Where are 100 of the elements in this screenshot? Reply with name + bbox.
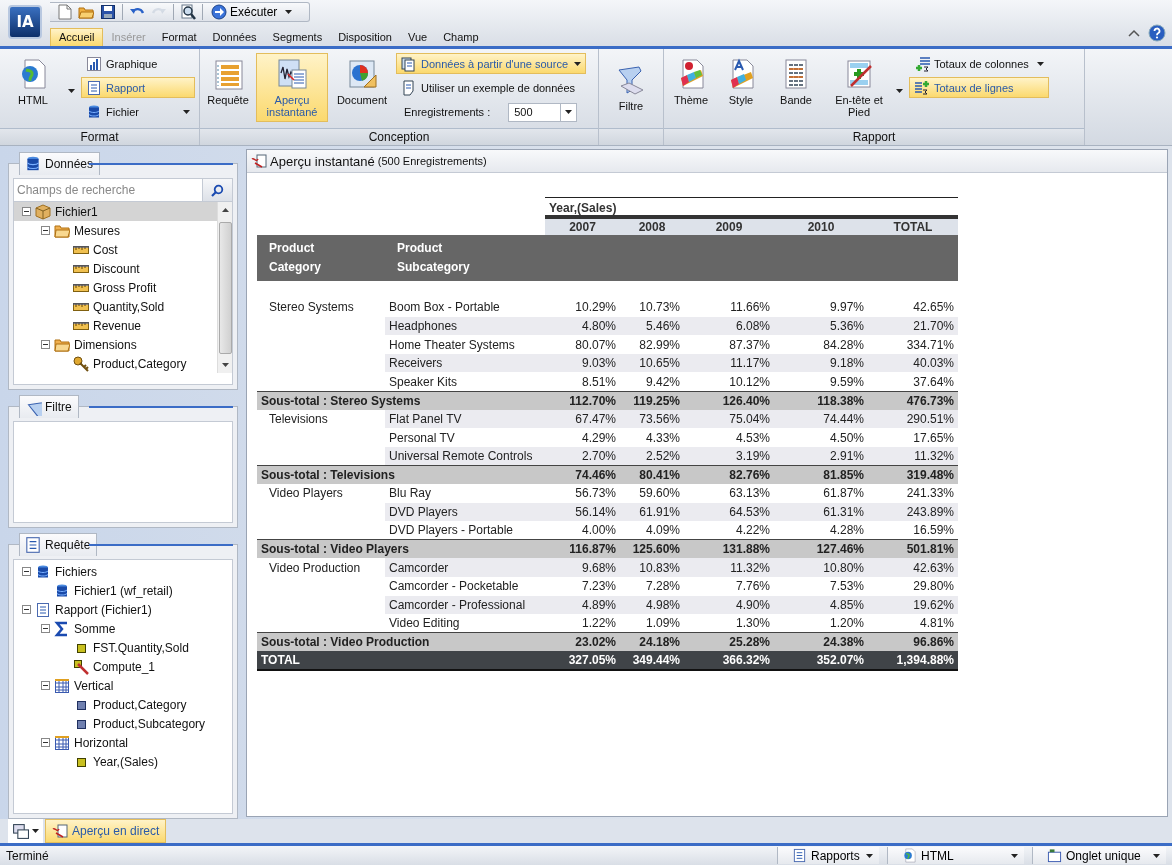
tree-toggle-icon[interactable] (41, 681, 50, 691)
tree-item[interactable]: Gross Profit (14, 278, 217, 297)
tree-toggle-icon[interactable] (22, 567, 31, 577)
column-totals-icon (914, 55, 930, 72)
menu-tab[interactable]: Disposition (330, 29, 400, 46)
ribbon-button[interactable]: Totaux de lignes (909, 77, 1049, 98)
tree-item[interactable]: FST.Quantity,Sold (14, 638, 232, 658)
ribbon-button[interactable]: Style (718, 53, 764, 117)
ribbon-button[interactable]: Document (332, 53, 392, 117)
tree-item[interactable]: Discount (14, 259, 217, 278)
dropdown-arrow-icon[interactable] (565, 110, 573, 114)
ribbon-button[interactable]: HTML (4, 53, 62, 117)
tree-item[interactable]: Cost (14, 240, 217, 259)
tree-toggle-icon[interactable] (41, 226, 50, 235)
ribbon-button[interactable]: Requête (204, 53, 252, 117)
app-logo[interactable]: IA (8, 5, 42, 39)
table-cell: 56.73% (545, 484, 620, 503)
help-icon[interactable] (1148, 24, 1166, 42)
table-cell: 74.46% (545, 465, 620, 485)
ribbon-button[interactable]: Graphique (81, 53, 195, 74)
tree-item[interactable]: Quantity,Sold (14, 297, 217, 316)
table-cell: 9.68% (545, 558, 620, 577)
tree-toggle-icon[interactable] (41, 340, 50, 349)
records-field[interactable]: 500 (508, 102, 578, 122)
tree-item[interactable]: Fichier1 (wf_retail) (14, 581, 232, 601)
dropdown-arrow-icon[interactable] (68, 88, 75, 93)
table-cell: 10.12% (684, 372, 774, 392)
tree-item[interactable]: Rapport (Fichier1) (14, 600, 232, 620)
table-cell: 349.44% (620, 651, 684, 670)
dropdown-arrow-icon[interactable] (866, 853, 873, 858)
dropdown-arrow-icon[interactable] (896, 88, 903, 93)
tree-toggle-icon[interactable] (41, 738, 50, 748)
dropdown-arrow-icon[interactable] (574, 61, 581, 66)
status-dropdown[interactable]: Onglet unique (1032, 847, 1166, 864)
new-page-icon[interactable] (56, 4, 72, 21)
table-cell: Video Players (257, 484, 385, 503)
tree-item[interactable]: Revenue (14, 316, 217, 335)
table-grid-icon (54, 677, 70, 694)
table-cell: 82.76% (684, 465, 774, 485)
menu-tab[interactable]: Segments (264, 29, 331, 46)
scroll-down-icon[interactable] (221, 363, 229, 367)
table-cell: 241.33% (868, 484, 958, 503)
tree-item[interactable]: Product,Subcategory (14, 714, 232, 734)
status-dropdown[interactable]: HTML (887, 847, 1024, 864)
ribbon-button[interactable]: Rapport (81, 77, 195, 98)
panel-tab[interactable]: Filtre (19, 394, 79, 418)
dropdown-arrow-icon[interactable] (183, 109, 190, 114)
menu-tab[interactable]: Format (153, 29, 205, 46)
ribbon-button[interactable]: Totaux de colonnes (909, 53, 1049, 74)
bottom-tab[interactable]: Aperçu en direct (45, 819, 167, 843)
magnifier-document-icon[interactable] (180, 4, 196, 21)
ribbon-button[interactable]: Thème (668, 53, 714, 117)
menu-tab[interactable]: Données (204, 29, 265, 46)
dropdown-arrow-icon[interactable] (1037, 61, 1044, 66)
ribbon-button[interactable]: Utiliser un exemple de données (396, 77, 586, 98)
tree-toggle-icon[interactable] (22, 207, 31, 216)
menu-tab[interactable]: Vue (399, 29, 436, 46)
dropdown-arrow-icon[interactable] (32, 829, 39, 833)
tree-item[interactable]: Horizontal (14, 733, 232, 753)
search-button[interactable] (202, 179, 232, 201)
menu-tab[interactable]: Accueil (50, 28, 104, 46)
menu-tab[interactable]: Champ (435, 29, 487, 46)
table-cell: 334.71% (868, 335, 958, 354)
ribbon-button[interactable]: Bande (768, 53, 824, 117)
tree-item[interactable]: Compute_1 (14, 657, 232, 677)
tree-item[interactable]: Somme (14, 619, 232, 639)
subtotal-label: Sous-total : Televisions (257, 465, 545, 485)
ribbon-button[interactable]: Aperçu instantané (256, 53, 328, 122)
tree-item[interactable]: Fichiers (14, 562, 232, 582)
tree-item[interactable]: Fichier1 (14, 202, 217, 221)
source-dropdown[interactable]: Données à partir d'une source (396, 53, 586, 74)
ribbon-button[interactable]: Fichier (81, 101, 195, 122)
status-dropdown[interactable]: Rapports (777, 847, 879, 864)
key-icon (73, 355, 89, 372)
cube-icon (35, 203, 51, 220)
tree-item[interactable]: Product,Category (14, 695, 232, 715)
tree-item[interactable]: Year,(Sales) (14, 752, 232, 772)
waveform-document-icon (276, 58, 308, 90)
tree-item[interactable]: Dimensions (14, 335, 217, 354)
view-switcher[interactable] (8, 819, 43, 843)
panel-tab[interactable]: Requête (19, 533, 98, 557)
tree-toggle-icon[interactable] (41, 624, 50, 634)
tree-item[interactable]: Product,Category (14, 354, 217, 373)
scroll-up-icon[interactable] (221, 208, 229, 212)
tree-item[interactable]: Mesures (14, 221, 217, 240)
subtotal-label: Sous-total : Video Players (257, 539, 545, 559)
filter-button[interactable]: Filtre (605, 59, 657, 123)
dropdown-arrow-icon[interactable] (1153, 853, 1160, 858)
database-icon (86, 103, 102, 120)
bar-chart-icon (86, 55, 102, 72)
tree-item[interactable]: Vertical (14, 676, 232, 696)
tree-toggle-icon[interactable] (22, 605, 31, 615)
dropdown-arrow-icon[interactable] (1011, 853, 1018, 858)
dropdown-arrow-icon[interactable] (285, 10, 293, 15)
folder-icon[interactable] (78, 4, 94, 21)
globe-page-icon (902, 848, 917, 863)
scrollbar[interactable] (217, 202, 232, 373)
collapse-chevron-icon[interactable] (1128, 29, 1140, 37)
ribbon-button[interactable]: En-tête et Pied (828, 53, 890, 122)
panel-tab[interactable]: Données (19, 152, 101, 175)
